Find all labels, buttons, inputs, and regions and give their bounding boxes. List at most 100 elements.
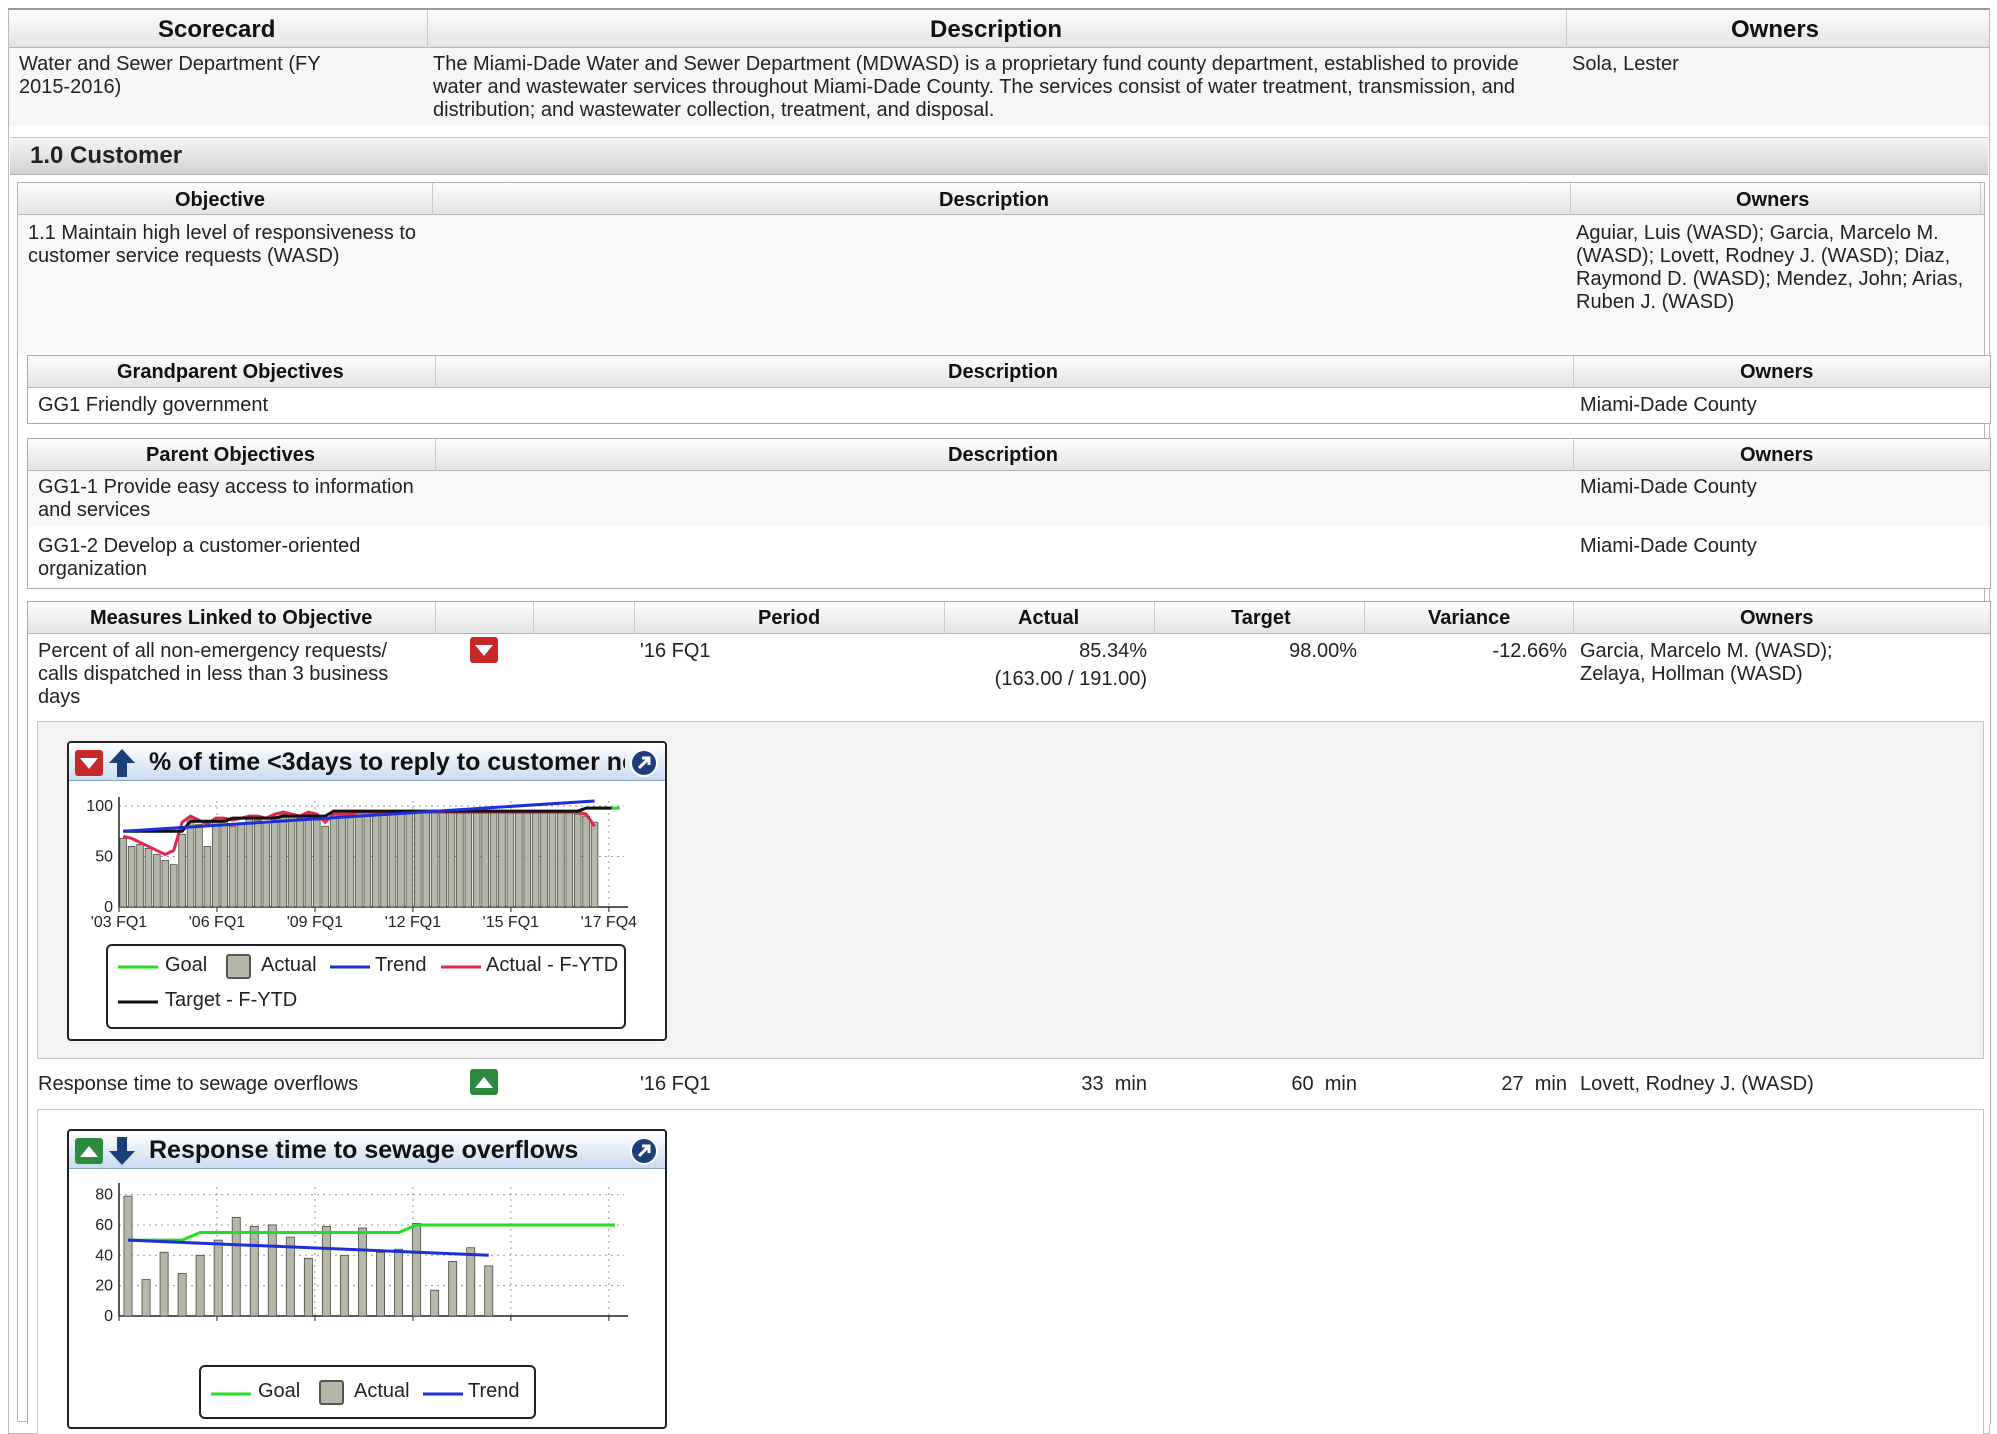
actual-bar	[195, 1254, 205, 1317]
parent-col-header[interactable]: Parent Objectives	[146, 444, 315, 467]
section-title[interactable]: 1.0 Customer	[30, 142, 182, 170]
objective-col-header[interactable]: Objective	[175, 189, 265, 212]
col-divider	[427, 10, 428, 48]
actual-bar	[178, 833, 186, 908]
measure-owners: Garcia, Marcelo M. (WASD); Zelaya, Hollm…	[1580, 640, 1833, 685]
actual-bar	[489, 811, 498, 908]
actual-bar	[279, 813, 287, 908]
actual-bar	[228, 825, 237, 908]
actual-bar	[515, 811, 523, 908]
actual-bar	[380, 811, 388, 908]
chart-widget: Response time to sewage overflows 0 20 40 6…	[67, 1129, 667, 1429]
chart-title[interactable]: % of time <3days to reply to customer no…	[149, 748, 625, 777]
measure-name[interactable]: Response time to sewage overflows	[38, 1073, 438, 1096]
actual-bar	[394, 1248, 404, 1317]
actual-bar	[213, 1239, 223, 1317]
variance-col-header[interactable]: Variance	[1428, 607, 1510, 630]
grandparent-objective-name[interactable]: GG1 Friendly government	[38, 394, 268, 417]
measure-period: '16 FQ1	[640, 1073, 711, 1095]
actual-bar	[195, 823, 203, 908]
measures-col-header[interactable]: Measures Linked to Objective	[90, 607, 372, 630]
measure-period: '16 FQ1	[640, 640, 711, 662]
y-tick-label: 60	[95, 1217, 113, 1234]
actual-bar	[464, 811, 473, 908]
measures-owners-col-header[interactable]: Owners	[1740, 607, 1813, 630]
grandparent-owners-col-header[interactable]: Owners	[1740, 361, 1813, 384]
actual-bar	[339, 1254, 349, 1317]
actual-bar	[285, 1236, 295, 1317]
actual-bar	[245, 817, 254, 908]
scorecard-name[interactable]: Water and Sewer Department (FY 2015-2016…	[19, 53, 339, 99]
col-divider	[1573, 602, 1574, 634]
actual-bar	[405, 811, 414, 908]
target-col-header[interactable]: Target	[1231, 607, 1291, 630]
actual-bar	[481, 811, 489, 908]
actual-bar	[346, 813, 355, 908]
chart-legend: Goal Actual Trend	[199, 1365, 536, 1419]
objective-description-col-header[interactable]: Description	[939, 189, 1049, 212]
actual-bar	[212, 821, 220, 908]
parent-description-col-header[interactable]: Description	[948, 444, 1058, 467]
actual-bar	[466, 1247, 476, 1317]
scorecard-owners-col-header[interactable]: Owners	[1731, 16, 1819, 44]
col-divider	[1566, 10, 1567, 48]
actual-bar	[186, 817, 195, 908]
actual-bar	[141, 1279, 151, 1317]
red-flag-down-icon	[470, 637, 498, 663]
actual-bar	[287, 815, 296, 908]
actual-bar	[506, 811, 515, 908]
parent-owners-col-header[interactable]: Owners	[1740, 444, 1813, 467]
y-tick-label: 80	[95, 1187, 113, 1204]
x-tick-label: '06 FQ1	[189, 914, 246, 931]
grandparent-col-header[interactable]: Grandparent Objectives	[117, 361, 344, 384]
parent-objective-name[interactable]: GG1-1 Provide easy access to information…	[38, 476, 438, 522]
y-tick-label: 0	[104, 1308, 113, 1323]
measure-variance: 27 min	[1501, 1073, 1567, 1095]
actual-bar	[321, 825, 329, 908]
parent-objective-name[interactable]: GG1-2 Develop a customer-oriented organi…	[38, 535, 438, 581]
col-divider	[1570, 183, 1571, 215]
scorecard-description-col-header[interactable]: Description	[930, 16, 1062, 44]
legend-actual-ytd-label: Actual - F-YTD	[486, 954, 619, 976]
legend-actual-label: Actual	[261, 954, 317, 976]
grandparent-description-col-header[interactable]: Description	[948, 361, 1058, 384]
actual-bar	[169, 864, 178, 908]
legend-trend-label: Trend	[375, 954, 427, 976]
actual-col-header[interactable]: Actual	[1018, 607, 1079, 630]
actual-bar	[127, 846, 136, 908]
actual-bar	[355, 811, 363, 908]
x-tick-label: '17 FQ4	[581, 914, 638, 931]
col-divider	[432, 183, 433, 215]
actual-bar	[338, 813, 346, 908]
objective-name[interactable]: 1.1 Maintain high level of responsivenes…	[28, 222, 428, 268]
parent-objective-owner: Miami-Dade County	[1580, 476, 1757, 498]
actual-bar	[254, 819, 262, 908]
measure-name[interactable]: Percent of all non-emergency requests/ c…	[38, 640, 408, 709]
legend-goal-label: Goal	[258, 1380, 301, 1402]
expand-icon[interactable]	[629, 748, 659, 778]
objective-owners: Aguiar, Luis (WASD); Garcia, Marcelo M. …	[1576, 222, 1964, 313]
measure-target: 98.00%	[1289, 640, 1357, 662]
actual-bar	[304, 813, 313, 908]
expand-icon[interactable]	[629, 1136, 659, 1166]
actual-bar	[590, 821, 599, 908]
actual-bar	[540, 811, 548, 908]
chart-plot: 020406080'11 FQ1'12 FQ2'13 FQ4'15 FQ1'16…	[95, 1183, 628, 1323]
chart-title[interactable]: Response time to sewage overflows	[149, 1136, 625, 1165]
col-divider	[533, 602, 534, 634]
actual-bar	[388, 811, 397, 908]
period-col-header[interactable]: Period	[758, 607, 820, 630]
chart-widget: % of time <3days to reply to customer no…	[67, 741, 667, 1041]
legend-trend-swatch	[330, 965, 370, 969]
col-divider	[1573, 439, 1574, 471]
arrow-up-icon	[109, 749, 135, 777]
grandparent-objective-owner: Miami-Dade County	[1580, 394, 1757, 416]
objective-owners-col-header[interactable]: Owners	[1736, 189, 1809, 212]
actual-bar	[439, 811, 447, 908]
actual-bar	[531, 811, 540, 908]
actual-bar	[249, 1226, 259, 1317]
y-tick-label: 40	[95, 1247, 113, 1264]
actual-bar	[203, 846, 212, 908]
goal-line	[128, 1223, 615, 1242]
scorecard-col-header[interactable]: Scorecard	[158, 16, 275, 44]
